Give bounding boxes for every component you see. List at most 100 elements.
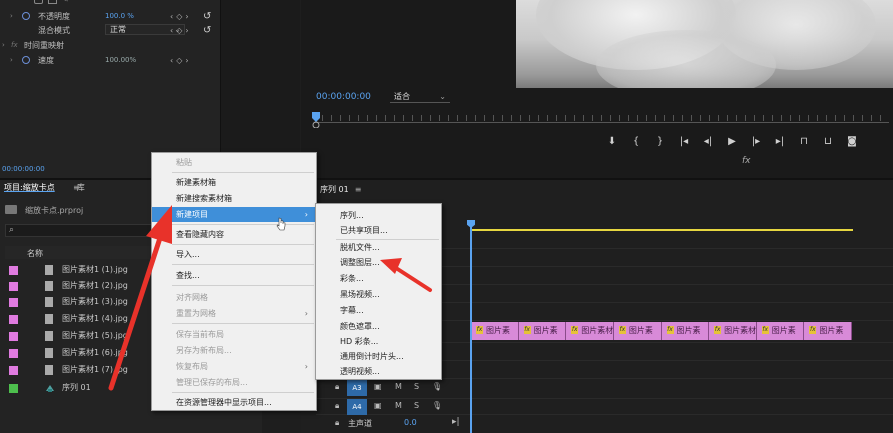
menu-item-align-grid[interactable]: 对齐网格: [152, 290, 316, 305]
mute-icon[interactable]: M: [395, 401, 402, 410]
microphone-icon[interactable]: 🎙︎: [432, 401, 442, 410]
monitor-playhead[interactable]: [312, 112, 320, 128]
submenu-item-shared-project[interactable]: 已共享项目...: [316, 223, 441, 238]
extract-icon[interactable]: ⊔: [816, 134, 840, 150]
keyframe-nav-icon[interactable]: ‹◇›: [170, 12, 192, 21]
submenu-item-captions[interactable]: 字幕...: [316, 303, 441, 318]
solo-icon[interactable]: S: [414, 382, 419, 391]
pen-mask-icon[interactable]: ✎: [62, 0, 69, 4]
master-track-header: 🔒︎ 主声道 0.0 ▸|: [332, 416, 472, 432]
stopwatch-icon[interactable]: [22, 56, 30, 64]
solo-icon[interactable]: S: [414, 401, 419, 410]
monitor-timecode[interactable]: 00:00:00:00: [316, 92, 371, 102]
color-label-chip[interactable]: [9, 366, 18, 375]
timeline-clip[interactable]: fx 图片素材: [566, 322, 614, 340]
effect-controls-timecode[interactable]: 00:00:00:00: [2, 165, 45, 173]
go-to-out-icon[interactable]: ▸|: [768, 134, 792, 150]
timeline-clip[interactable]: fx 图片素: [471, 322, 519, 340]
menu-item-find[interactable]: 查找...: [152, 268, 316, 283]
menu-item-reveal-in-explorer[interactable]: 在资源管理器中显示项目...: [152, 395, 316, 410]
sync-lock-icon[interactable]: ▣: [374, 382, 382, 391]
mute-icon[interactable]: M: [395, 382, 402, 391]
reset-icon[interactable]: ↺: [203, 11, 211, 22]
lift-icon[interactable]: ⊓: [792, 134, 816, 150]
keyframe-nav-icon[interactable]: ‹◇›: [170, 26, 192, 35]
expand-chevron-icon[interactable]: ›: [10, 12, 13, 20]
timeline-clip[interactable]: fx 图片素: [518, 322, 567, 340]
menu-item-new-item[interactable]: 新建项目 ›: [152, 207, 316, 222]
rect-mask-icon[interactable]: [34, 0, 43, 4]
reset-icon[interactable]: ↺: [203, 25, 211, 36]
zoom-fit-select[interactable]: 适合 ⌄: [390, 90, 450, 103]
step-forward-icon[interactable]: |▸: [744, 134, 768, 150]
timeline-clip[interactable]: fx 图片素: [756, 322, 805, 340]
submenu-item-adjustment-layer[interactable]: 调整图层...: [316, 255, 441, 270]
speed-value[interactable]: 100.00%: [105, 56, 136, 64]
timeline-clip[interactable]: fx 图片素: [804, 322, 852, 340]
sequence-tab[interactable]: 序列 01 ≡: [320, 184, 361, 195]
go-to-end-icon[interactable]: ▸|: [452, 417, 460, 427]
go-to-in-icon[interactable]: |◂: [672, 134, 696, 150]
submenu-item-hd-bars[interactable]: HD 彩条...: [316, 334, 441, 349]
sync-lock-icon[interactable]: ▣: [374, 401, 382, 410]
track-name[interactable]: A3: [347, 380, 367, 396]
menu-item-reset-grid[interactable]: 重置为网格 ›: [152, 306, 316, 321]
timeline-playhead-line[interactable]: [470, 221, 472, 433]
submenu-item-countdown[interactable]: 通用倒计时片头...: [316, 349, 441, 364]
submenu-item-color-matte[interactable]: 颜色遮罩...: [316, 319, 441, 334]
blend-mode-row: 混合模式 正常 ⌄ ‹◇› ↺: [0, 23, 220, 37]
timeline-clip[interactable]: fx 图片素: [661, 322, 710, 340]
mark-in-icon[interactable]: {: [624, 134, 648, 150]
step-back-icon[interactable]: ◂|: [696, 134, 720, 150]
master-volume-value[interactable]: 0.0: [404, 418, 417, 427]
ruler-tick: [520, 115, 521, 121]
stopwatch-icon[interactable]: [22, 12, 30, 20]
color-label-chip[interactable]: [9, 298, 18, 307]
tab-menu-icon[interactable]: ≡: [73, 183, 80, 192]
color-label-chip[interactable]: [9, 315, 18, 324]
keyframe-nav-icon[interactable]: ‹◇›: [170, 56, 192, 65]
expand-chevron-icon[interactable]: ›: [2, 41, 5, 49]
tab-menu-icon[interactable]: ≡: [355, 185, 362, 194]
submenu-item-sequence[interactable]: 序列...: [316, 208, 441, 223]
timeline-clip[interactable]: fx 图片素: [613, 322, 662, 340]
monitor-time-ruler[interactable]: [314, 110, 889, 126]
track-name[interactable]: A4: [347, 399, 367, 415]
menu-item-save-new-layout[interactable]: 另存为新布局...: [152, 343, 316, 358]
opacity-value[interactable]: 100.0 %: [105, 12, 134, 20]
submenu-item-black-video[interactable]: 黑场视频...: [316, 287, 441, 302]
menu-item-view-hidden[interactable]: 查看隐藏内容: [152, 227, 316, 242]
expand-chevron-icon[interactable]: ›: [10, 56, 13, 64]
menu-item-new-search-bin[interactable]: 新建搜索素材箱: [152, 191, 316, 206]
microphone-icon[interactable]: 🎙︎: [432, 382, 442, 391]
lock-icon[interactable]: 🔒︎: [335, 418, 339, 428]
color-label-chip[interactable]: [9, 332, 18, 341]
color-label-chip[interactable]: [9, 349, 18, 358]
menu-item-new-bin[interactable]: 新建素材箱: [152, 175, 316, 190]
lock-icon[interactable]: 🔒︎: [335, 382, 339, 392]
ruler-tick: [574, 115, 575, 121]
color-label-chip[interactable]: [9, 266, 18, 275]
work-area-bar[interactable]: [470, 229, 853, 231]
menu-item-manage-layouts[interactable]: 管理已保存的布局...: [152, 375, 316, 390]
fx-toggle-icon[interactable]: fx: [742, 156, 751, 166]
mark-out-icon[interactable]: }: [648, 134, 672, 150]
clip-label: 图片素: [628, 326, 653, 335]
tab-project[interactable]: 项目:缩放卡点: [0, 182, 59, 193]
export-frame-icon[interactable]: ◙: [840, 134, 864, 150]
menu-item-save-layout[interactable]: 保存当前布局: [152, 327, 316, 342]
menu-item-paste[interactable]: 粘贴: [152, 155, 316, 170]
submenu-item-offline-file[interactable]: 脱机文件...: [316, 240, 441, 255]
menu-item-import[interactable]: 导入...: [152, 247, 316, 262]
play-icon[interactable]: ▶: [720, 134, 744, 150]
color-label-chip[interactable]: [9, 384, 18, 393]
submenu-item-transparent-video[interactable]: 透明视频...: [316, 364, 441, 379]
menu-item-restore-layout[interactable]: 恢复布局 ›: [152, 359, 316, 374]
square-mask-icon[interactable]: [48, 0, 57, 4]
timeline-ruler[interactable]: [470, 220, 893, 232]
color-label-chip[interactable]: [9, 282, 18, 291]
submenu-item-bars-tone[interactable]: 彩条...: [316, 271, 441, 286]
lock-icon[interactable]: 🔒︎: [335, 401, 339, 411]
timeline-clip[interactable]: fx 图片素材: [709, 322, 757, 340]
add-marker-icon[interactable]: ⬇: [600, 134, 624, 150]
